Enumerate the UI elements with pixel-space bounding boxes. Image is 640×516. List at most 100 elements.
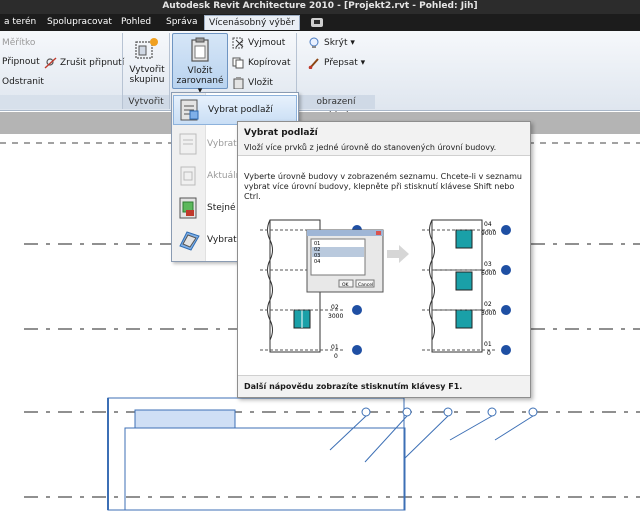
cut-icon [232,37,244,49]
level-elev: 3000 [328,313,343,320]
level-marker-icon [501,345,511,355]
paste-aligned-line1: Vložit [187,66,213,76]
current-view-icon [180,166,196,186]
level-elev: 9000 [481,230,496,237]
unpin-icon [44,57,57,69]
attach-label: Připnout [2,57,40,67]
tab-manage[interactable]: Správa [162,15,201,30]
scale-label: Měřítko [2,38,36,48]
grid-bubble [402,407,412,417]
window-title: Autodesk Revit Architecture 2010 - [Proj… [0,0,640,14]
select-levels-tooltip: Vybrat podlaží Vloží více prvků z jedné … [237,121,531,398]
attach-button[interactable]: Připnout [2,57,40,67]
window-icon [455,309,473,329]
level-name: 02 [484,301,492,308]
paste-aligned-label: zarovnané [176,76,224,86]
select-view-icon [179,133,197,155]
grid-bubble [528,407,538,417]
paste-aligned-icon [191,37,209,62]
tab-multi-select[interactable]: Vícenásobný výběr [204,15,300,30]
grid-markers [329,407,538,463]
ribbon: Měřítko Připnout Zrušit připnutí Odstran… [0,31,640,121]
view-panel-label: obrazení pohledu [297,95,375,121]
cut-button[interactable]: Vyjmout [232,37,285,49]
create-group-line2: skupinu [129,75,165,85]
create-group-line1: Vytvořit [129,65,165,75]
window-icon [455,229,473,249]
clipboard-panel-label-bg [0,95,122,109]
grid-bubble [361,407,371,417]
copy-button[interactable]: Kopírovat [232,57,291,69]
tooltip-title: Vybrat podlaží [244,128,318,138]
remove-label: Odstranit [2,77,44,87]
dialog-cancel-label: Cancel [358,282,373,288]
illus-right-level-tags: 04 9000 03 6000 02 3000 01 0 [481,221,511,357]
grid-leader [449,415,493,441]
hide-button[interactable]: Skrýt ▾ [308,37,355,49]
create-group-button[interactable]: Vytvořit skupinu [127,33,167,93]
detach-button[interactable]: Zrušit připnutí [44,57,124,69]
building-outline [107,397,406,511]
dialog-titlebar [307,230,383,236]
grid-bubble [487,407,497,417]
grid-leader [404,415,449,459]
grid-leader [494,415,534,441]
hide-label: Skrýt [324,38,348,48]
tab-view[interactable]: Pohled [117,15,155,30]
paste-label: Vložit [248,78,273,88]
building-slab [134,409,236,429]
tooltip-footer: Další nápovědu zobrazíte stisknutím kláv… [238,375,530,397]
copy-icon [232,57,244,69]
same-place-icon [179,197,197,219]
tooltip-footer-text: Další nápovědu zobrazíte stisknutím kláv… [244,382,463,391]
tooltip-header: Vybrat podlaží Vloží více prvků z jedné … [238,122,530,156]
dropdown-arrow-icon: ▾ [347,38,355,48]
illus-select-dialog: 01 02 03 04 OK Cancel [306,229,384,293]
brush-icon [308,58,319,69]
window-icon [455,271,473,291]
paste-button[interactable]: Vložit [232,77,273,89]
remove-button[interactable]: Odstranit [2,77,44,87]
tab-collaborate[interactable]: Spolupracovat [43,15,116,30]
level-marker-icon [501,305,511,315]
level-marker-icon [352,345,362,355]
dropdown-arrow-icon: ▾ [357,58,366,68]
dialog-close-icon [376,231,381,235]
level-name: 03 [484,261,492,268]
level-marker-icon [501,265,511,275]
dialog-list-item: 04 [314,259,320,265]
grid-bubble [443,407,453,417]
arrow-right-icon [387,245,409,263]
detach-label: Zrušit připnutí [60,58,125,68]
select-levels-icon [180,99,199,121]
panel-separator [169,33,170,109]
create-panel-label: Vytvořit [123,95,169,109]
ribbon-tab-bar: a terén Spolupracovat Pohled Správa Více… [0,14,640,31]
level-name: 01 [331,344,339,351]
level-marker-icon [501,225,511,235]
level-name: 04 [484,221,492,228]
cut-label: Vyjmout [248,38,286,48]
ribbon-minimize-icon[interactable] [311,18,323,27]
level-name: 01 [484,341,492,348]
tooltip-body: Vyberte úrovně budovy v zobrazeném sezna… [244,172,522,201]
paste-icon [233,77,244,89]
tooltip-illustration: 02 3000 01 0 01 02 03 04 OK Cancel 04 90… [260,219,511,360]
level-name: 02 [331,304,339,311]
illus-right-building [429,219,483,353]
scale-button[interactable]: Měřítko [2,38,35,48]
copy-label: Kopírovat [248,58,291,68]
level-marker-icon [352,305,362,315]
dialog-ok-label: OK [342,282,350,288]
paste-aligned-button[interactable]: Vložit zarovnané ▾ [172,33,228,96]
level-elev: 3000 [481,310,496,317]
lightbulb-icon [309,37,319,48]
menu-item-label: Vybrat podlaží [208,105,273,115]
tab-massing-site[interactable]: a terén [0,15,40,30]
select-selected-icon [179,231,200,251]
level-elev: 6000 [481,270,496,277]
building-wall [124,427,406,511]
grid-leader [329,415,367,451]
override-button[interactable]: Přepsat ▾ [308,57,365,69]
level-elev: 0 [487,350,491,357]
